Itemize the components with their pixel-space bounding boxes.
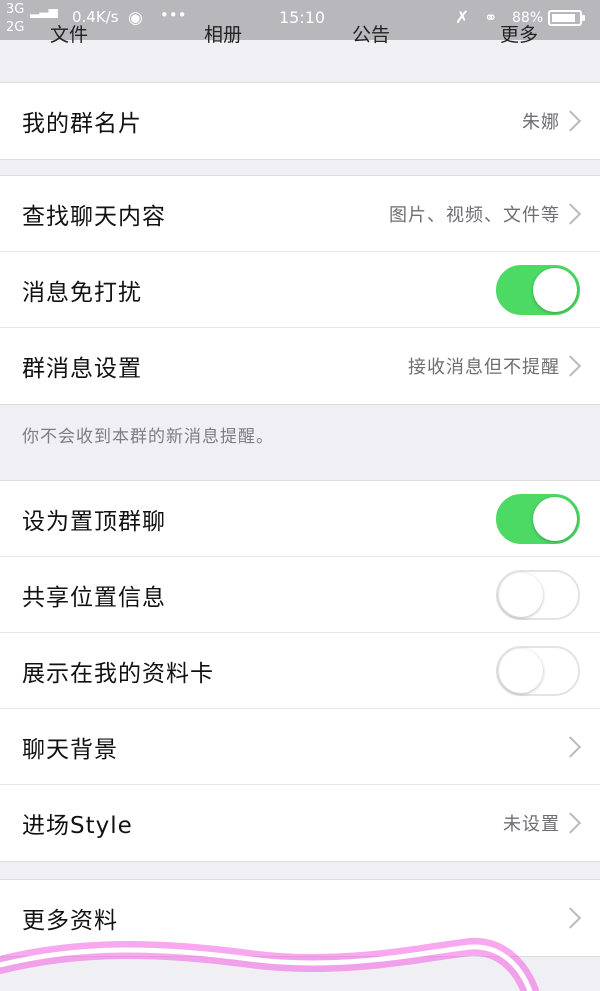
tab-more[interactable]: 更多 [500, 20, 538, 47]
highlight-scribble [0, 937, 539, 991]
toggle-knob [533, 267, 577, 312]
row-share-location: 共享位置信息 [0, 557, 600, 633]
signal-icon: ▂▃▅ [30, 4, 58, 18]
row-value: 朱娜 [522, 112, 560, 133]
tab-files[interactable]: 文件 [50, 20, 88, 47]
pin-toggle[interactable] [496, 493, 580, 544]
row-value: 未设置 [503, 814, 560, 835]
group-preferences: 设为置顶群聊 共享位置信息 展示在我的资料卡 聊天背景 进场Style 未设置 [0, 480, 600, 862]
chevron-right-icon [559, 110, 582, 132]
toggle-knob [499, 572, 543, 617]
profile-card-toggle[interactable] [496, 645, 580, 696]
row-search-chat[interactable]: 查找聊天内容 图片、视频、文件等 [0, 176, 600, 252]
more-icon: ••• [160, 6, 187, 24]
row-group-message-settings[interactable]: 群消息设置 接收消息但不提醒 [0, 328, 600, 404]
row-value: 图片、视频、文件等 [389, 204, 560, 226]
dnd-toggle[interactable] [496, 264, 580, 315]
location-toggle[interactable] [496, 569, 580, 620]
row-entry-style[interactable]: 进场Style 未设置 [0, 785, 600, 861]
toggle-knob [533, 496, 577, 541]
battery-icon [548, 10, 585, 26]
wifi-icon: ⚭ [484, 8, 498, 27]
row-chat-background[interactable]: 聊天背景 [0, 709, 600, 785]
dnd-note: 你不会收到本群的新消息提醒。 [22, 427, 274, 447]
mute-icon: ✗ [455, 8, 470, 28]
chevron-right-icon [559, 202, 582, 225]
row-label: 聊天背景 [22, 736, 118, 763]
group-card: 我的群名片 朱娜 [0, 82, 600, 160]
row-my-group-card[interactable]: 我的群名片 朱娜 [0, 83, 600, 159]
row-label: 我的群名片 [22, 111, 142, 137]
network-2g: 2G [6, 20, 25, 35]
chevron-right-icon [559, 812, 582, 834]
row-label: 群消息设置 [22, 356, 142, 382]
chevron-right-icon [559, 735, 582, 758]
weibo-icon: ◉ [128, 8, 143, 28]
toggle-knob [499, 648, 543, 693]
row-label: 展示在我的资料卡 [22, 660, 214, 687]
tab-album[interactable]: 相册 [204, 20, 242, 47]
status-bar: 3G 2G ▂▃▅ 0.4K/s ◉ ••• 15:10 ✗ ⚭ 88% 文件 … [0, 0, 600, 46]
group-messages: 查找聊天内容 图片、视频、文件等 消息免打扰 群消息设置 接收消息但不提醒 [0, 175, 600, 405]
row-label: 查找聊天内容 [22, 203, 166, 230]
row-label: 设为置顶群聊 [22, 508, 166, 535]
tab-announcement[interactable]: 公告 [352, 20, 390, 47]
chevron-right-icon [559, 355, 582, 377]
row-label: 消息免打扰 [22, 279, 142, 306]
status-time: 15:10 [279, 8, 326, 27]
row-pin-chat: 设为置顶群聊 [0, 481, 600, 557]
row-label: 进场Style [22, 813, 133, 839]
row-label: 共享位置信息 [22, 584, 166, 611]
network-3g: 3G [6, 2, 25, 17]
row-value: 接收消息但不提醒 [408, 357, 560, 378]
row-show-on-profile: 展示在我的资料卡 [0, 633, 600, 709]
row-do-not-disturb: 消息免打扰 [0, 252, 600, 328]
